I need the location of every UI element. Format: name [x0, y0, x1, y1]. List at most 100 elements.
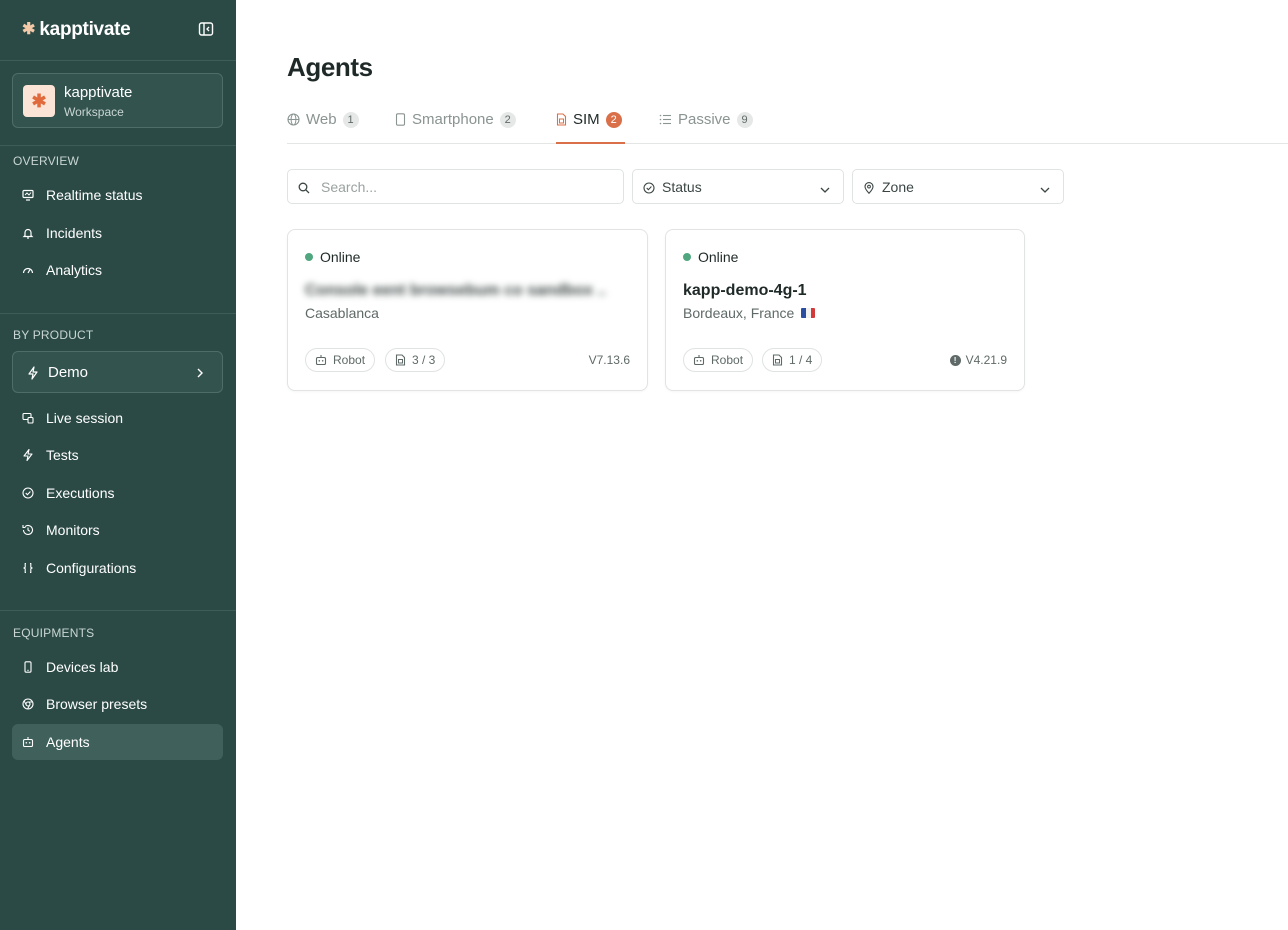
sidebar-item-label: Devices lab — [46, 659, 119, 675]
screens-icon — [22, 412, 34, 424]
tab-label: SIM — [573, 111, 600, 128]
sidebar-item-label: Live session — [46, 410, 124, 426]
sidebar-item-monitors[interactable]: Monitors — [12, 512, 223, 548]
sim-count-label: 3 / 3 — [412, 353, 436, 367]
search-icon — [298, 181, 310, 199]
sidebar-item-realtime-status[interactable]: Realtime status — [12, 177, 223, 213]
sidebar-item-live-session[interactable]: Live session — [12, 400, 223, 436]
map-pin-icon — [863, 181, 875, 199]
robot-icon — [693, 355, 705, 366]
agent-name: Console eent browsebum co sandbox ... — [305, 282, 605, 299]
sidebar-item-agents[interactable]: Agents — [12, 724, 223, 760]
agent-version: V7.13.6 — [589, 353, 630, 367]
zone-filter-label: Zone — [882, 179, 914, 195]
divider — [0, 313, 236, 314]
sidebar-item-label: Analytics — [46, 262, 103, 278]
chevron-down-icon — [819, 182, 831, 200]
collapse-sidebar-button[interactable] — [196, 19, 216, 39]
tab-smartphone[interactable]: Smartphone 2 — [395, 110, 516, 144]
agent-location: Bordeaux, France — [683, 305, 816, 321]
product-selector-label: Demo — [48, 364, 89, 381]
agent-type-label: Robot — [711, 353, 744, 367]
workspace-subtitle: Workspace — [64, 105, 124, 119]
brand-logo[interactable]: ✱ kapptivate — [22, 18, 131, 42]
sidebar-item-devices-lab[interactable]: Devices lab — [12, 649, 223, 685]
agent-status: Online — [320, 249, 361, 265]
agent-version: ! V4.21.9 — [949, 353, 1007, 367]
section-label-overview: OVERVIEW — [13, 154, 80, 168]
agent-type-label: Robot — [333, 353, 366, 367]
divider — [0, 145, 236, 146]
agent-type-chip: Robot — [683, 348, 754, 372]
sim-icon — [556, 113, 567, 131]
agent-type-chip: Robot — [305, 348, 376, 372]
bolt-icon — [27, 366, 39, 385]
sidebar-item-browser-presets[interactable]: Browser presets — [12, 686, 223, 722]
brand-mark-icon: ✱ — [22, 21, 36, 38]
tab-count-badge: 2 — [605, 112, 622, 128]
tab-count-badge: 9 — [736, 112, 753, 128]
tab-web[interactable]: Web 1 — [287, 110, 359, 144]
divider — [0, 610, 236, 611]
sidebar-item-executions[interactable]: Executions — [12, 475, 223, 511]
sidebar-item-label: Realtime status — [46, 187, 143, 203]
sidebar-item-label: Monitors — [46, 522, 100, 538]
sidebar-item-label: Tests — [46, 447, 79, 463]
sidebar-item-configurations[interactable]: Configurations — [12, 550, 223, 586]
globe-icon — [287, 113, 300, 131]
online-status-dot — [305, 253, 313, 261]
status-filter-label: Status — [662, 179, 702, 195]
braces-icon — [22, 562, 34, 574]
tab-passive[interactable]: Passive 9 — [659, 110, 753, 144]
page-title: Agents — [287, 52, 373, 82]
search-input[interactable] — [321, 177, 611, 197]
robot-icon — [315, 355, 327, 366]
status-filter[interactable]: Status — [632, 169, 844, 204]
chevron-down-icon — [1039, 182, 1051, 200]
history-icon — [22, 524, 34, 536]
check-circle-icon — [22, 487, 34, 499]
agent-card[interactable]: Online kapp-demo-4g-1 Bordeaux, France R… — [665, 229, 1025, 391]
list-icon — [659, 113, 672, 131]
tab-count-badge: 1 — [342, 112, 359, 128]
sim-icon — [772, 354, 783, 366]
france-flag-icon — [801, 308, 816, 318]
brand-name: kapptivate — [39, 19, 131, 40]
section-label-by-product: BY PRODUCT — [13, 328, 94, 342]
phone-icon — [395, 113, 406, 131]
update-available-icon[interactable]: ! — [949, 354, 961, 366]
sidebar-item-incidents[interactable]: Incidents — [12, 215, 223, 251]
search-box[interactable] — [287, 169, 624, 204]
agent-card[interactable]: Online Console eent browsebum co sandbox… — [287, 229, 648, 391]
sidebar-item-tests[interactable]: Tests — [12, 437, 223, 473]
sidebar-item-analytics[interactable]: Analytics — [12, 252, 223, 288]
online-status-dot — [683, 253, 691, 261]
agent-location-text: Bordeaux, France — [683, 305, 795, 321]
sidebar-item-label: Incidents — [46, 225, 103, 241]
sim-count-chip: 1 / 4 — [762, 348, 823, 372]
bolt-icon — [22, 449, 34, 461]
agent-location: Casablanca — [305, 305, 379, 321]
agent-location-text: Casablanca — [305, 305, 379, 321]
tab-sim[interactable]: SIM 2 — [556, 110, 625, 144]
sidebar-toggle-icon — [198, 22, 214, 36]
workspace-switcher[interactable]: ✱ kapptivate Workspace — [12, 73, 223, 128]
zone-filter[interactable]: Zone — [852, 169, 1064, 204]
product-selector[interactable]: Demo — [12, 351, 223, 393]
chrome-icon — [22, 698, 34, 710]
tab-label: Passive — [678, 111, 731, 128]
workspace-avatar: ✱ — [23, 85, 55, 117]
tab-label: Smartphone — [412, 111, 494, 128]
sidebar-item-label: Configurations — [46, 560, 137, 576]
sim-count-chip: 3 / 3 — [385, 348, 446, 372]
agent-version-text: V4.21.9 — [965, 353, 1007, 367]
sidebar-item-label: Executions — [46, 485, 115, 501]
section-label-equipments: EQUIPMENTS — [13, 626, 95, 640]
gauge-icon — [22, 264, 34, 276]
agent-name: kapp-demo-4g-1 — [683, 282, 807, 299]
sidebar-item-label: Browser presets — [46, 696, 148, 712]
sidebar: ✱ kapptivate ✱ kapptivate Workspace OVER… — [0, 0, 236, 930]
phone-icon — [22, 661, 34, 673]
sidebar-item-label: Agents — [46, 734, 90, 750]
monitor-icon — [22, 189, 34, 201]
